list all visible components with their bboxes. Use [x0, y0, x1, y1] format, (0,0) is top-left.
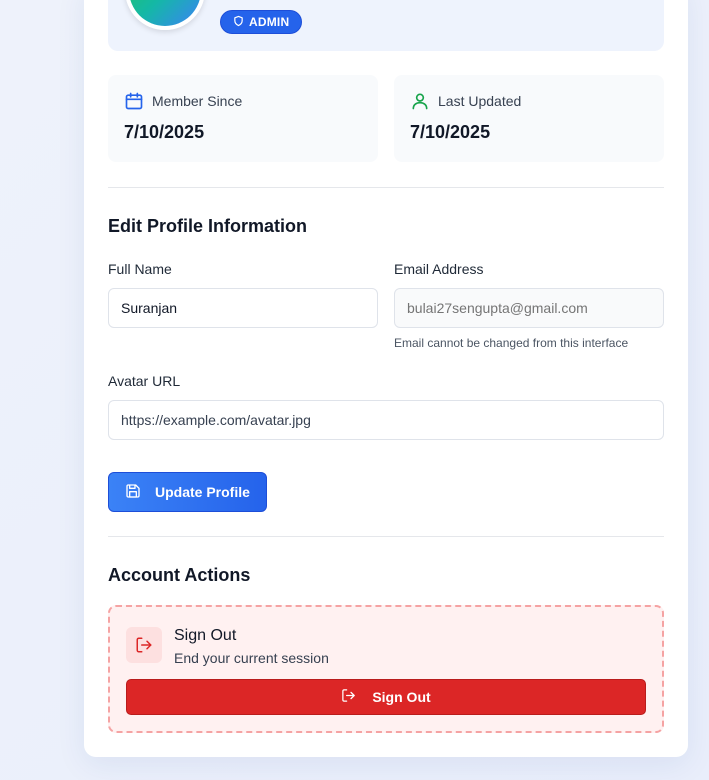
account-actions-title: Account Actions: [108, 565, 251, 585]
user-icon: [410, 91, 430, 116]
profile-card: ADMIN Member Since 7/10/2025 Last Update…: [84, 0, 688, 757]
sign-out-title: Sign Out: [174, 627, 237, 644]
shield-icon: [233, 15, 244, 30]
email-label: Email Address: [394, 261, 484, 277]
role-badge-label: ADMIN: [249, 15, 290, 29]
member-since-box: Member Since 7/10/2025: [108, 75, 378, 162]
email-hint: Email cannot be changed from this interf…: [394, 336, 629, 350]
avatar-url-label: Avatar URL: [108, 373, 181, 389]
avatar-url-input[interactable]: [108, 400, 664, 440]
full-name-label: Full Name: [108, 261, 172, 277]
update-profile-button[interactable]: Update Profile: [108, 472, 267, 512]
member-since-label: Member Since: [152, 93, 243, 109]
avatar: [125, 0, 205, 30]
update-profile-label: Update Profile: [155, 484, 250, 500]
member-since-value: 7/10/2025: [124, 122, 205, 142]
role-badge: ADMIN: [220, 10, 303, 34]
email-field[interactable]: [394, 288, 664, 328]
full-name-input[interactable]: [108, 288, 378, 328]
edit-profile-title: Edit Profile Information: [108, 216, 308, 236]
calendar-icon: [124, 91, 144, 116]
profile-header: ADMIN: [108, 0, 664, 51]
save-icon: [125, 483, 141, 502]
divider: [108, 536, 664, 537]
logout-icon: [341, 688, 356, 706]
sign-out-subtitle: End your current session: [174, 650, 329, 666]
last-updated-label: Last Updated: [438, 93, 522, 109]
sign-out-button-label: Sign Out: [372, 689, 431, 705]
divider: [108, 187, 664, 188]
last-updated-value: 7/10/2025: [410, 122, 491, 142]
last-updated-box: Last Updated 7/10/2025: [394, 75, 664, 162]
logout-icon: [126, 627, 162, 663]
sign-out-button[interactable]: Sign Out: [126, 679, 646, 715]
sign-out-panel: Sign Out End your current session Sign O…: [108, 605, 664, 733]
